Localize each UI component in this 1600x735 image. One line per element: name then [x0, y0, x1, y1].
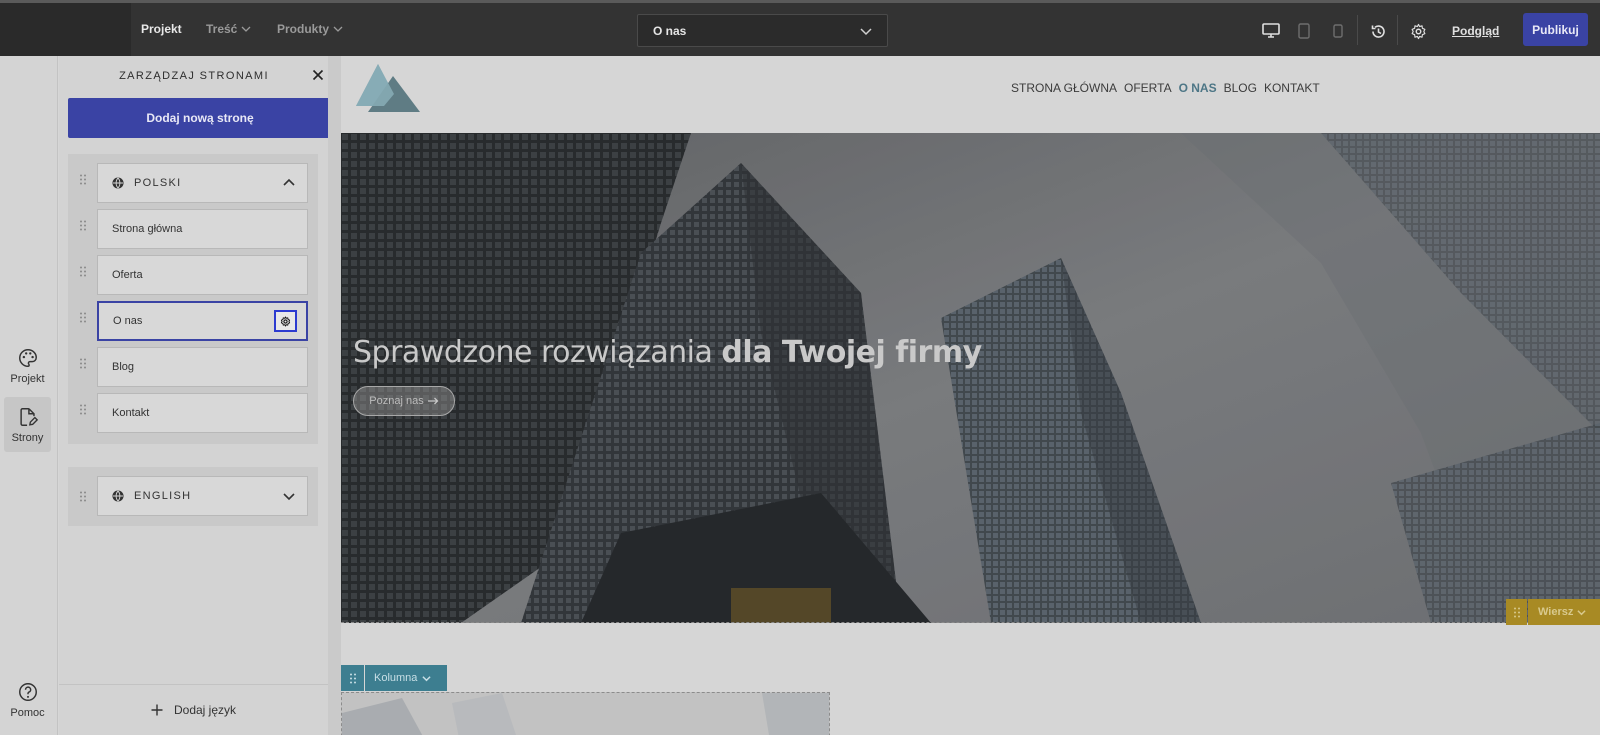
site-menu-o-nas[interactable]: O NAS: [1179, 81, 1217, 95]
hero-title-light: Sprawdzone rozwiązania: [353, 335, 722, 370]
column-image: [342, 693, 829, 735]
site-logo[interactable]: [356, 62, 420, 112]
help-icon: [18, 682, 37, 701]
language-name: ENGLISH: [134, 490, 192, 502]
nav-produkty-label: Produkty: [277, 22, 330, 36]
page-item-label: Blog: [112, 361, 135, 373]
panel-scrollbar[interactable]: [328, 56, 341, 735]
top-bar: Projekt Treść Produkty O nas Podgląd Pub…: [0, 0, 1600, 56]
preview-link[interactable]: Podgląd: [1452, 24, 1499, 38]
site-menu-kontakt[interactable]: KONTAKT: [1264, 81, 1320, 95]
publish-button[interactable]: Publikuj: [1523, 13, 1588, 46]
chevron-down-icon: [1577, 609, 1586, 615]
rail-item-pomoc[interactable]: Pomoc: [4, 672, 51, 727]
column-content[interactable]: [341, 692, 830, 735]
hero-title-bold: dla Twojej firmy: [721, 335, 982, 370]
left-rail: Projekt Strony Pomoc: [0, 56, 58, 735]
site-menu: STRONA GŁÓWNA OFERTA O NAS BLOG KONTAKT: [1011, 81, 1327, 95]
globe-icon: [112, 177, 124, 189]
hero-cta-label: Poznaj nas: [369, 395, 424, 407]
page-item-label: O nas: [113, 315, 143, 327]
drag-handle-icon[interactable]: [79, 174, 87, 185]
drag-handle-icon: [349, 673, 356, 683]
site-header: STRONA GŁÓWNA OFERTA O NAS BLOG KONTAKT: [341, 56, 1600, 133]
column-tag-label: Kolumna: [374, 672, 418, 684]
page-item-label: Kontakt: [112, 407, 150, 419]
add-page-button[interactable]: Dodaj nową stronę: [68, 98, 332, 138]
nav-projekt[interactable]: Projekt: [141, 22, 182, 36]
chevron-down-icon: [241, 26, 251, 32]
language-name: POLSKI: [134, 177, 182, 189]
hero-section[interactable]: Sprawdzone rozwiązania dla Twojej firmy …: [341, 133, 1600, 623]
brand-area: [0, 3, 131, 56]
rail-item-label: Strony: [11, 431, 44, 444]
page-item-blog[interactable]: Blog: [97, 347, 308, 387]
language-group-english: ENGLISH: [68, 467, 318, 526]
gear-icon: [280, 315, 291, 327]
drag-handle-icon[interactable]: [79, 220, 87, 231]
nav-projekt-label: Projekt: [141, 22, 182, 36]
history-icon[interactable]: [1368, 21, 1388, 41]
hero-background-image: [341, 133, 1600, 623]
rail-item-label: Projekt: [10, 372, 45, 385]
site-menu-strona-glowna[interactable]: STRONA GŁÓWNA: [1011, 81, 1117, 95]
mobile-icon[interactable]: [1328, 21, 1348, 41]
hero-title[interactable]: Sprawdzone rozwiązania dla Twojej firmy: [353, 335, 982, 370]
page-item-kontakt[interactable]: Kontakt: [97, 393, 308, 433]
drag-handle-icon[interactable]: [79, 266, 87, 277]
page-settings-button[interactable]: [274, 310, 297, 332]
drag-handle-icon[interactable]: [79, 312, 87, 323]
hero-cta-button[interactable]: Poznaj nas: [353, 386, 455, 416]
language-header-polski[interactable]: POLSKI: [97, 163, 308, 203]
page-item-o-nas[interactable]: O nas: [97, 301, 308, 341]
site-menu-blog[interactable]: BLOG: [1224, 81, 1257, 95]
arrow-right-icon: [427, 397, 439, 405]
close-icon[interactable]: [312, 68, 324, 85]
chevron-down-icon: [860, 27, 872, 35]
nav-tresc[interactable]: Treść: [206, 22, 251, 36]
page-item-label: Strona główna: [112, 223, 183, 235]
column-drag-handle[interactable]: [341, 665, 364, 691]
chevron-up-icon: [283, 178, 295, 186]
pages-panel: ZARZĄDZAJ STRONAMI Dodaj nową stronę POL…: [59, 56, 341, 735]
column-menu-button[interactable]: Kolumna: [365, 665, 447, 691]
drag-handle-icon[interactable]: [79, 404, 87, 415]
desktop-icon[interactable]: [1261, 21, 1281, 41]
chevron-down-icon: [422, 675, 432, 681]
drag-handle-icon[interactable]: [79, 358, 87, 369]
tablet-icon[interactable]: [1294, 21, 1314, 41]
add-language-button[interactable]: Dodaj język: [59, 684, 328, 735]
row-boundary: [341, 622, 1600, 623]
row-drag-handle[interactable]: [1506, 599, 1527, 625]
drag-handle-icon[interactable]: [79, 491, 87, 502]
page-item-oferta[interactable]: Oferta: [97, 255, 308, 295]
plus-icon: [151, 704, 163, 716]
panel-title: ZARZĄDZAJ STRONAMI: [119, 70, 269, 82]
page-edit-icon: [19, 407, 38, 426]
gear-icon[interactable]: [1408, 21, 1428, 41]
site-menu-oferta[interactable]: OFERTA: [1124, 81, 1172, 95]
language-group-polski: POLSKI Strona główna Oferta O nas Blog K…: [68, 154, 318, 444]
chevron-down-icon: [283, 493, 295, 501]
add-language-label: Dodaj język: [173, 703, 237, 717]
language-header-english[interactable]: ENGLISH: [97, 476, 308, 516]
page-select[interactable]: O nas: [637, 14, 888, 47]
rail-item-strony[interactable]: Strony: [4, 397, 51, 452]
drag-handle-icon: [1513, 607, 1520, 617]
toolbar-divider: [1357, 15, 1358, 45]
globe-icon: [112, 490, 124, 502]
row-menu-button[interactable]: Wiersz: [1528, 599, 1600, 625]
page-item-label: Oferta: [112, 269, 143, 281]
toolbar-divider: [1397, 15, 1398, 45]
chevron-down-icon: [333, 26, 343, 32]
page-item-strona-glowna[interactable]: Strona główna: [97, 209, 308, 249]
editor-canvas: STRONA GŁÓWNA OFERTA O NAS BLOG KONTAKT: [341, 56, 1600, 735]
rail-item-label: Pomoc: [10, 706, 45, 719]
palette-icon: [18, 348, 37, 367]
page-select-value: O nas: [653, 23, 687, 38]
nav-produkty[interactable]: Produkty: [277, 22, 343, 36]
rail-item-projekt[interactable]: Projekt: [4, 338, 51, 393]
nav-tresc-label: Treść: [206, 22, 238, 36]
row-tag-label: Wiersz: [1538, 606, 1574, 618]
